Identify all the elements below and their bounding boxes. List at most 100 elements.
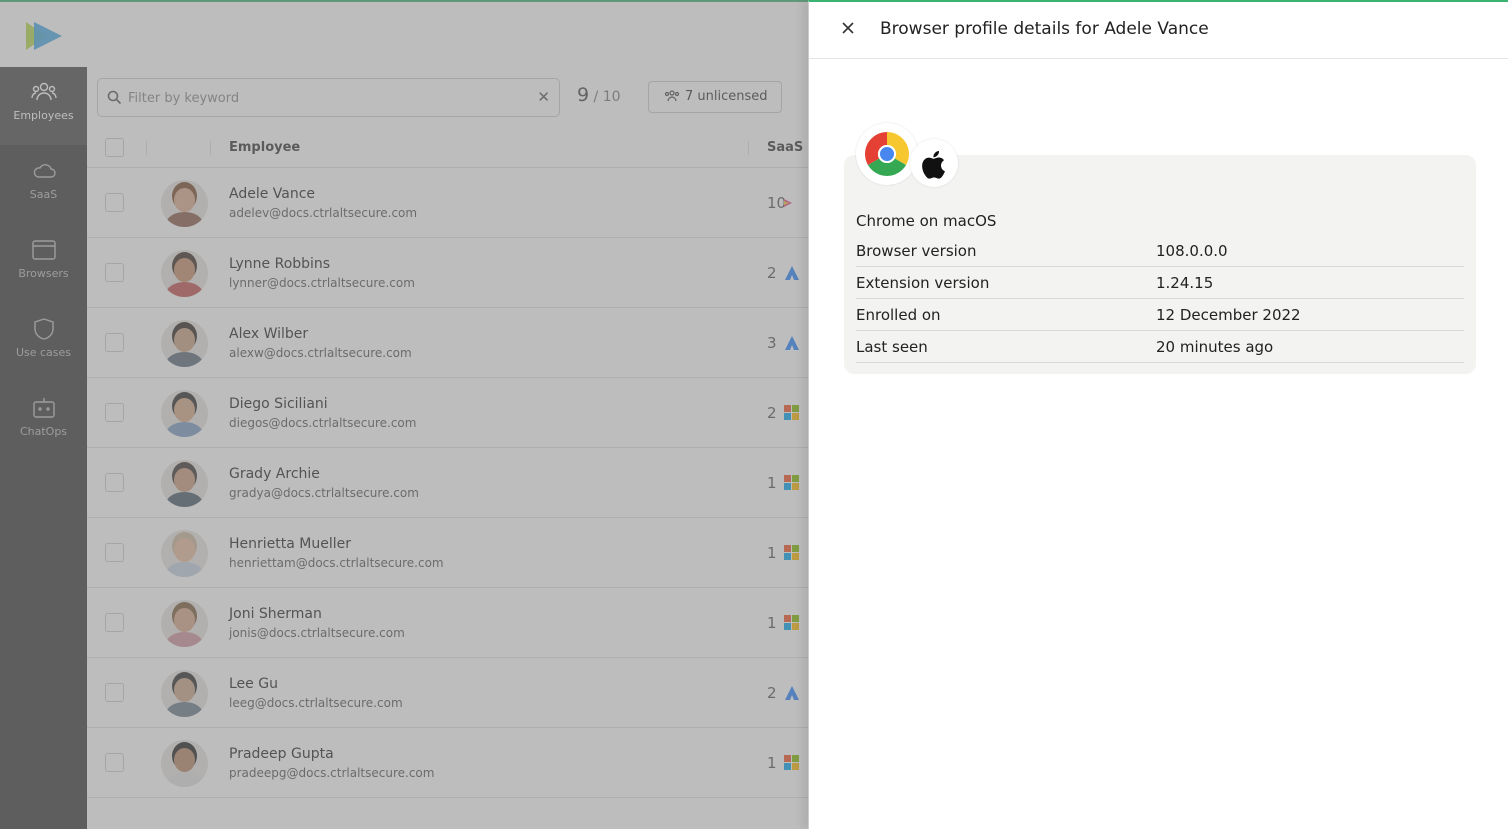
clear-filter-icon[interactable]: ✕ — [537, 88, 550, 106]
sidebar-item-label: ChatOps — [19, 425, 68, 438]
field-value: 108.0.0.0 — [1156, 242, 1228, 260]
row-checkbox[interactable] — [105, 333, 124, 352]
profile-field: Enrolled on 12 December 2022 — [856, 299, 1464, 331]
result-count-main: 9 — [577, 84, 590, 106]
microsoft-icon — [784, 475, 799, 490]
profile-heading: Chrome on macOS — [856, 212, 997, 230]
table-row[interactable]: Adele Vance adelev@docs.ctrlaltsecure.com… — [87, 168, 808, 238]
table-row[interactable]: Diego Siciliani diegos@docs.ctrlaltsecure… — [87, 378, 808, 448]
column-divider — [146, 141, 147, 155]
saas-count: 2 — [767, 404, 777, 422]
employee-email: jonis@docs.ctrlaltsecure.com — [229, 626, 405, 640]
avatar — [161, 600, 208, 647]
chrome-badge — [856, 123, 918, 185]
row-checkbox[interactable] — [105, 473, 124, 492]
row-checkbox[interactable] — [105, 403, 124, 422]
sidebar-item-saas[interactable]: SaaS — [0, 146, 87, 224]
employee-name[interactable]: Grady Archie — [229, 466, 320, 482]
chat-bot-icon — [32, 398, 55, 418]
employees-panel: ✕ 9 / 10 7 unlicensed Employee SaaS Adel… — [87, 67, 808, 829]
saas-count: 1 — [767, 614, 777, 632]
result-count-total: / 10 — [589, 89, 621, 105]
atlassian-icon — [785, 336, 799, 350]
employee-email: pradeepg@docs.ctrlaltsecure.com — [229, 766, 435, 780]
multi-app-icon — [784, 199, 792, 207]
employee-email: lynner@docs.ctrlaltsecure.com — [229, 276, 415, 290]
sidebar-item-browsers[interactable]: Browsers — [0, 225, 87, 303]
table-row[interactable]: Pradeep Gupta pradeepg@docs.ctrlaltsecure… — [87, 728, 808, 798]
sidebar-item-employees[interactable]: Employees — [0, 67, 87, 145]
row-checkbox[interactable] — [105, 613, 124, 632]
field-label: Extension version — [856, 274, 990, 292]
logo-icon — [26, 22, 62, 50]
employee-name[interactable]: Diego Siciliani — [229, 396, 328, 412]
employee-name[interactable]: Lee Gu — [229, 676, 278, 692]
row-checkbox[interactable] — [105, 543, 124, 562]
sidebar-item-chatops[interactable]: ChatOps — [0, 383, 87, 461]
avatar — [161, 740, 208, 787]
table-row[interactable]: Alex Wilber alexw@docs.ctrlaltsecure.com 3 — [87, 308, 808, 378]
sidebar-item-label: SaaS — [29, 188, 58, 201]
column-header-saas[interactable]: SaaS — [767, 140, 803, 155]
saas-count: 2 — [767, 264, 777, 282]
table-row[interactable]: Lee Gu leeg@docs.ctrlaltsecure.com 2 — [87, 658, 808, 728]
table-row[interactable]: Grady Archie gradya@docs.ctrlaltsecure.co… — [87, 448, 808, 518]
employee-name[interactable]: Alex Wilber — [229, 326, 308, 342]
employee-name[interactable]: Adele Vance — [229, 186, 315, 202]
sidebar-item-label: Employees — [13, 109, 74, 122]
column-header-employee[interactable]: Employee — [229, 140, 300, 155]
avatar — [161, 460, 208, 507]
avatar — [161, 320, 208, 367]
row-checkbox[interactable] — [105, 683, 124, 702]
row-checkbox[interactable] — [105, 263, 124, 282]
sidebar-item-label: Browsers — [18, 267, 69, 280]
avatar — [161, 250, 208, 297]
unlicensed-filter-button[interactable]: 7 unlicensed — [648, 81, 782, 113]
drawer-title: Browser profile details for Adele Vance — [880, 19, 1209, 39]
result-count: 9 / 10 — [577, 84, 621, 106]
employee-name[interactable]: Henrietta Mueller — [229, 536, 351, 552]
profile-field: Extension version 1.24.15 — [856, 267, 1464, 299]
profile-field: Last seen 20 minutes ago — [856, 331, 1464, 363]
employee-name[interactable]: Lynne Robbins — [229, 256, 330, 272]
avatar — [161, 670, 208, 717]
employee-name[interactable]: Joni Sherman — [229, 606, 322, 622]
saas-count: 1 — [767, 544, 777, 562]
browser-profile-card: Chrome on macOS Browser version 108.0.0.0… — [844, 155, 1476, 374]
microsoft-icon — [784, 615, 799, 630]
profile-field: Browser version 108.0.0.0 — [856, 235, 1464, 267]
atlassian-icon — [785, 266, 799, 280]
top-bar — [0, 0, 808, 67]
employee-email: alexw@docs.ctrlaltsecure.com — [229, 346, 412, 360]
employee-email: leeg@docs.ctrlaltsecure.com — [229, 696, 403, 710]
sidebar-item-use-cases[interactable]: Use cases — [0, 304, 87, 382]
cloud-icon — [33, 164, 56, 178]
field-label: Last seen — [856, 338, 928, 356]
avatar — [161, 390, 208, 437]
microsoft-icon — [784, 755, 799, 770]
unlicensed-label: 7 unlicensed — [685, 89, 768, 104]
table-row[interactable]: Joni Sherman jonis@docs.ctrlaltsecure.com… — [87, 588, 808, 658]
drawer-header: Browser profile details for Adele Vance — [809, 2, 1508, 59]
sidebar: Employees SaaS Browsers Use cases ChatOp… — [0, 67, 87, 829]
select-all-checkbox[interactable] — [105, 138, 124, 157]
filter-box: ✕ — [97, 78, 560, 117]
microsoft-icon — [784, 545, 799, 560]
row-checkbox[interactable] — [105, 753, 124, 772]
employee-email: adelev@docs.ctrlaltsecure.com — [229, 206, 418, 220]
users-icon — [30, 82, 57, 101]
table-row[interactable]: Henrietta Mueller henriettam@docs.ctrlalt… — [87, 518, 808, 588]
shield-icon — [33, 318, 54, 340]
field-label: Browser version — [856, 242, 977, 260]
table-row[interactable]: Lynne Robbins lynner@docs.ctrlaltsecure.c… — [87, 238, 808, 308]
close-icon[interactable] — [840, 20, 856, 36]
row-checkbox[interactable] — [105, 193, 124, 212]
filter-input[interactable] — [128, 87, 528, 109]
employee-name[interactable]: Pradeep Gupta — [229, 746, 334, 762]
saas-count: 3 — [767, 334, 777, 352]
saas-count: 1 — [767, 474, 777, 492]
field-value: 1.24.15 — [1156, 274, 1214, 292]
table-header: Employee SaaS — [87, 127, 808, 168]
apple-icon — [922, 150, 945, 179]
search-icon — [107, 90, 122, 105]
